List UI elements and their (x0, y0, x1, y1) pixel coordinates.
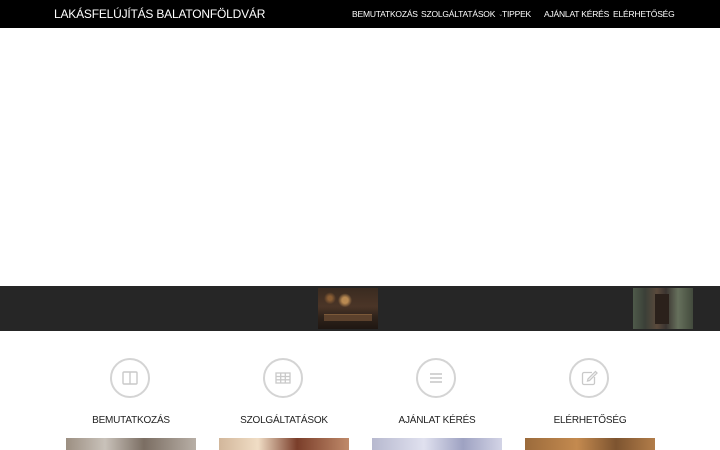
edit-icon (569, 358, 609, 398)
feature-title: SZOLGÁLTATÁSOK (240, 415, 328, 426)
feature-title: ELÉRHETŐSÉG (553, 415, 627, 426)
table-grid-icon (263, 358, 303, 398)
list-lines-icon (416, 358, 456, 398)
feature-image[interactable] (525, 438, 655, 450)
gallery-thumbnail[interactable] (318, 288, 378, 329)
feature-image[interactable] (372, 438, 502, 450)
hero-banner (0, 28, 720, 286)
book-open-icon (110, 358, 150, 398)
nav-item-label: SZOLGÁLTATÁSOK (421, 9, 496, 19)
gallery-strip (0, 286, 720, 331)
nav-item-elerhetoseg[interactable]: ELÉRHETŐSÉG (613, 0, 675, 28)
gallery-thumbnail[interactable] (633, 288, 693, 329)
feature-image[interactable] (219, 438, 349, 450)
feature-title: BEMUTATKOZÁS (92, 415, 170, 426)
site-brand-link[interactable]: LAKÁSFELÚJÍTÁS BALATONFÖLDVÁR (54, 0, 265, 28)
top-navbar: LAKÁSFELÚJÍTÁS BALATONFÖLDVÁR BEMUTATKOZ… (0, 0, 720, 28)
nav-item-szolgaltatasok[interactable]: SZOLGÁLTATÁSOK ⌄ (421, 0, 503, 28)
nav-item-ajanlat-keres[interactable]: AJÁNLAT KÉRÉS (544, 0, 609, 28)
feature-title: AJÁNLAT KÉRÉS (398, 415, 476, 426)
feature-image[interactable] (66, 438, 196, 450)
nav-item-bemutatkozas[interactable]: BEMUTATKOZÁS (352, 0, 418, 28)
nav-item-tippek[interactable]: TIPPEK (502, 0, 531, 28)
